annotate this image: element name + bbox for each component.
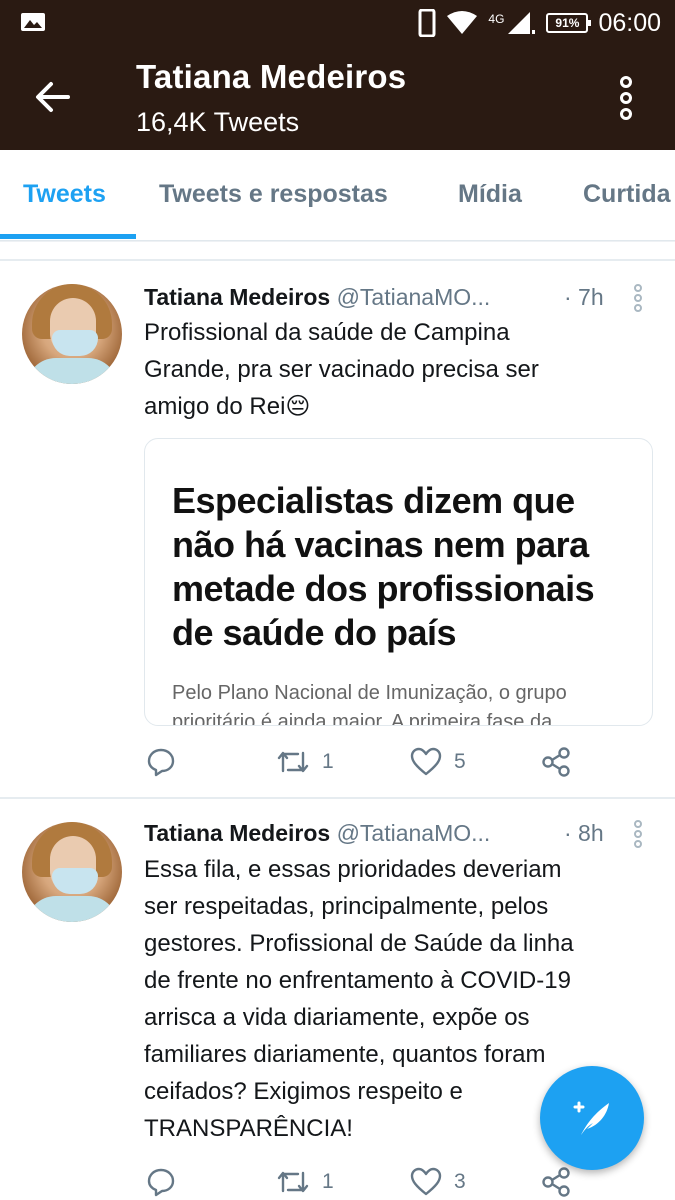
- network-type-label: 4G: [488, 12, 505, 26]
- avatar[interactable]: [22, 822, 122, 922]
- like-count: 3: [454, 1170, 466, 1193]
- reply-icon: [147, 748, 175, 777]
- tweet-time: · 8h: [564, 820, 604, 846]
- author-name[interactable]: Tatiana Medeiros: [144, 284, 330, 310]
- like-button[interactable]: 3: [410, 1164, 466, 1200]
- tweet-menu-icon[interactable]: [631, 820, 645, 848]
- tweet-line: de frente no enfrentamento à COVID-19: [144, 967, 571, 994]
- retweet-button[interactable]: 1: [276, 1164, 334, 1200]
- reply-button[interactable]: [146, 1164, 188, 1200]
- status-bar: 4G 91% 06:00: [0, 0, 675, 46]
- tweet-line: Essa fila, e essas prioridades deveriam: [144, 856, 562, 883]
- retweet-count: 1: [322, 750, 334, 773]
- author-handle: @TatianaMO...: [336, 284, 491, 310]
- signal-icon: [508, 12, 536, 34]
- battery-icon: 91%: [546, 13, 592, 33]
- tweet-line: amigo do Rei😔: [144, 393, 311, 420]
- reply-button[interactable]: [146, 744, 188, 780]
- retweet-count: 1: [322, 1170, 334, 1193]
- compose-tweet-button[interactable]: [540, 1066, 644, 1170]
- retweet-button[interactable]: 1: [276, 744, 334, 780]
- reply-icon: [147, 1168, 175, 1197]
- retweet-icon: [277, 751, 309, 773]
- author-handle: @TatianaMO...: [336, 820, 491, 846]
- tweet-actions: 1 5: [144, 744, 644, 780]
- heart-icon: [410, 1167, 442, 1196]
- heart-icon: [410, 747, 442, 776]
- overflow-menu-icon[interactable]: [614, 76, 638, 120]
- tweet[interactable]: Tatiana Medeiros @TatianaMO... · 7h Prof…: [0, 262, 675, 798]
- tweet-header: Tatiana Medeiros @TatianaMO... · 7h: [144, 284, 604, 311]
- retweet-icon: [277, 1171, 309, 1193]
- tweet-divider: [0, 797, 675, 799]
- share-icon: [542, 747, 570, 777]
- tab-tweets-and-replies[interactable]: Tweets e respostas: [159, 180, 388, 209]
- share-icon: [542, 1167, 570, 1197]
- tweet-line: Grande, pra ser vacinado precisa ser: [144, 356, 539, 383]
- wifi-icon: [447, 11, 478, 34]
- profile-title: Tatiana Medeiros: [136, 58, 407, 95]
- compose-feather-icon: [573, 1101, 609, 1135]
- tweet-line: arrisca a vida diariamente, expõe os: [144, 1004, 530, 1031]
- card-headline: Especialistas dizem que não há vacinas n…: [172, 480, 595, 653]
- avatar[interactable]: [22, 284, 122, 384]
- app-bar: Tatiana Medeiros 16,4K Tweets: [0, 46, 675, 150]
- tweet-header: Tatiana Medeiros @TatianaMO... · 8h: [144, 820, 604, 847]
- tab-likes[interactable]: Curtida: [583, 180, 671, 209]
- tweet-menu-icon[interactable]: [631, 284, 645, 312]
- tab-media[interactable]: Mídia: [458, 180, 522, 209]
- tabs-separator: [0, 241, 675, 261]
- tweet-count: 16,4K Tweets: [136, 107, 300, 137]
- tab-tweets[interactable]: Tweets: [23, 180, 106, 209]
- tweet-text: Profissional da saúde de Campina Grande,…: [144, 314, 654, 425]
- like-button[interactable]: 5: [410, 744, 466, 780]
- tweet-time: · 7h: [564, 284, 604, 310]
- card-snippet: Pelo Plano Nacional de Imunização, o gru…: [172, 682, 567, 726]
- link-card[interactable]: Especialistas dizem que não há vacinas n…: [144, 438, 653, 726]
- battery-level: 91%: [555, 16, 580, 30]
- tweet-line: Profissional da saúde de Campina: [144, 319, 510, 346]
- like-count: 5: [454, 750, 466, 773]
- share-button[interactable]: [540, 744, 572, 780]
- tweet-actions: 1 3: [144, 1164, 644, 1200]
- image-icon: [21, 13, 45, 31]
- author-name[interactable]: Tatiana Medeiros: [144, 820, 330, 846]
- profile-tabs: Tweets Tweets e respostas Mídia Curtida: [0, 150, 675, 241]
- share-button[interactable]: [540, 1164, 572, 1200]
- clock: 06:00: [598, 8, 661, 37]
- tweet-line: ser respeitadas, principalmente, pelos: [144, 893, 549, 920]
- tweet-line: gestores. Profissional de Saúde da linha: [144, 930, 574, 957]
- back-arrow-icon[interactable]: [34, 80, 72, 114]
- phone-icon: [418, 9, 436, 37]
- active-tab-indicator: [0, 234, 136, 239]
